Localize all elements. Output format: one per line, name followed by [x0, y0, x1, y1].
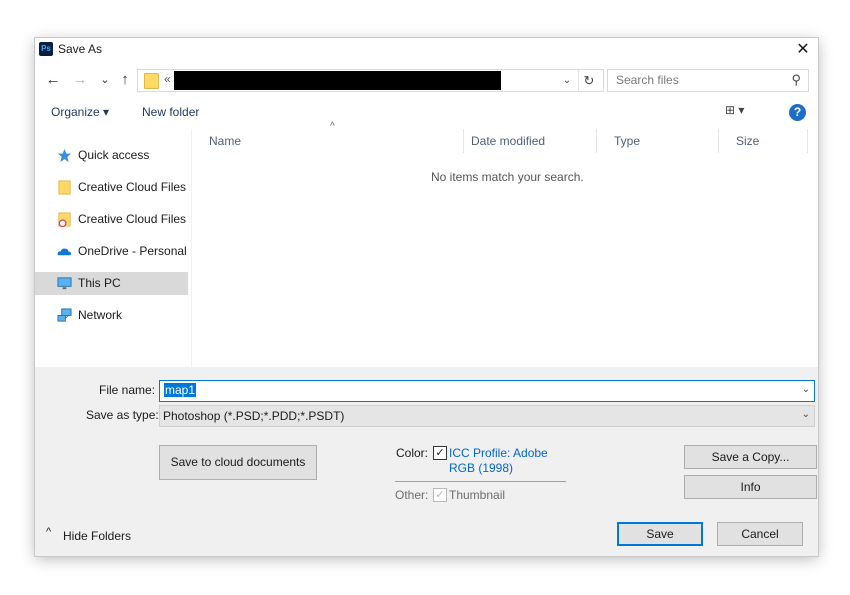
back-arrow-icon[interactable]: ←	[43, 68, 63, 92]
search-icon[interactable]: ⚲	[791, 72, 801, 88]
thumbnail-label: Thumbnail	[449, 488, 506, 502]
up-arrow-icon[interactable]: ↑	[115, 68, 135, 92]
file-name-field[interactable]: map1 ⌄	[159, 380, 815, 402]
column-type[interactable]: Type	[597, 129, 719, 153]
search-input[interactable]: Search files ⚲	[607, 69, 809, 92]
monitor-icon	[57, 277, 72, 290]
sidebar-item-label: Creative Cloud Files	[78, 180, 187, 194]
icc-profile-label-line2[interactable]: RGB (1998)	[449, 461, 513, 475]
view-options-icon[interactable]: ⊞ ▾	[725, 103, 765, 123]
help-icon[interactable]: ?	[789, 104, 806, 121]
new-folder-button[interactable]: New folder	[142, 105, 199, 119]
forward-arrow-icon[interactable]: →	[70, 68, 90, 92]
divider	[395, 481, 566, 482]
breadcrumb-overflow-icon[interactable]: «	[164, 72, 171, 86]
onedrive-icon	[57, 248, 72, 256]
cloud-folder-icon	[58, 212, 71, 227]
folder-icon	[58, 180, 71, 195]
window-title: Save As	[58, 42, 103, 56]
sidebar-item-label: This PC	[78, 276, 121, 290]
color-label: Color:	[396, 446, 429, 460]
redacted-path	[174, 71, 501, 90]
save-options-panel: File name: map1 ⌄ Save as type: Photosho…	[35, 367, 818, 556]
refresh-icon[interactable]: ↻	[578, 70, 599, 91]
search-placeholder: Search files	[616, 73, 679, 87]
info-button[interactable]: Info	[684, 475, 817, 499]
navigation-bar: ← → ⌄ ↑ « ⌄ ↻ Search files ⚲	[35, 68, 818, 92]
chevron-up-icon[interactable]: ^	[46, 526, 51, 538]
sidebar-item-label: OneDrive - Personal	[78, 244, 187, 258]
address-bar[interactable]: « ⌄ ↻	[137, 69, 604, 92]
hide-folders-button[interactable]: Hide Folders	[63, 529, 131, 543]
photoshop-app-icon: Ps	[39, 42, 53, 56]
folder-icon	[144, 73, 159, 89]
empty-results-message: No items match your search.	[431, 170, 584, 184]
save-as-type-value: Photoshop (*.PSD;*.PDD;*.PSDT)	[163, 409, 345, 423]
sidebar-item-label: Creative Cloud Files P	[78, 212, 190, 226]
navigation-pane: Quick access Creative Cloud Files Creati…	[35, 129, 192, 367]
column-size[interactable]: Size	[719, 129, 808, 153]
close-button[interactable]: ✕	[788, 38, 818, 62]
chevron-down-icon: ⌄	[801, 409, 810, 420]
command-bar: Organize ▾ New folder ⊞ ▾ ?	[35, 101, 818, 125]
column-name[interactable]: Name	[192, 129, 464, 153]
star-icon	[57, 148, 72, 163]
sidebar-item-onedrive[interactable]: OneDrive - Personal	[35, 240, 188, 263]
thumbnail-checkbox[interactable]: ✓	[433, 488, 447, 502]
file-list-header: ^ Name Date modified Type Size	[192, 121, 808, 153]
save-to-cloud-button[interactable]: Save to cloud documents	[159, 445, 317, 480]
save-button[interactable]: Save	[617, 522, 703, 546]
title-bar: Ps Save As ✕	[35, 38, 818, 62]
sidebar-item-creative-cloud-files-personal[interactable]: Creative Cloud Files P	[35, 208, 190, 231]
recent-locations-chevron-icon[interactable]: ⌄	[95, 68, 115, 92]
save-as-type-select[interactable]: Photoshop (*.PSD;*.PDD;*.PSDT) ⌄	[159, 405, 815, 427]
file-name-value: map1	[164, 383, 197, 397]
other-label: Other:	[395, 488, 429, 502]
icc-profile-label[interactable]: ICC Profile: Adobe	[449, 446, 548, 460]
cancel-button[interactable]: Cancel	[717, 522, 803, 546]
sidebar-item-network[interactable]: Network	[35, 304, 188, 327]
sidebar-item-this-pc[interactable]: This PC	[35, 272, 188, 295]
chevron-down-icon[interactable]: ⌄	[802, 384, 810, 395]
icc-profile-checkbox[interactable]: ✓	[433, 446, 447, 460]
sidebar-item-label: Quick access	[78, 148, 150, 162]
sidebar-item-quick-access[interactable]: Quick access	[35, 144, 188, 167]
save-a-copy-button[interactable]: Save a Copy...	[684, 445, 817, 469]
save-as-dialog: Ps Save As ✕ ← → ⌄ ↑ « ⌄ ↻ Search files …	[35, 38, 818, 556]
save-as-type-label: Save as type:	[86, 408, 159, 422]
network-icon	[57, 308, 72, 322]
sidebar-item-label: Network	[78, 308, 123, 322]
organize-button[interactable]: Organize ▾	[51, 105, 109, 119]
file-name-label: File name:	[99, 383, 156, 397]
sidebar-item-creative-cloud-files[interactable]: Creative Cloud Files	[35, 176, 188, 199]
column-date-modified[interactable]: Date modified	[454, 129, 597, 153]
address-dropdown-icon[interactable]: ⌄	[558, 70, 576, 91]
